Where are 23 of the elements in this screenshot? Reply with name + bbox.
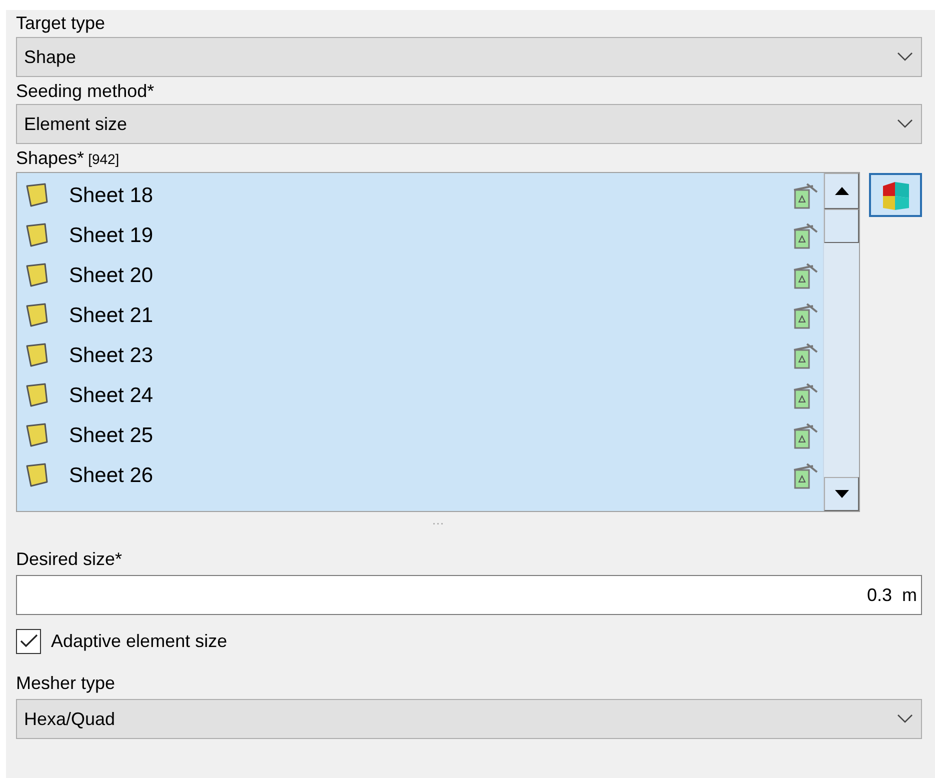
- field-label: Desired size*: [16, 548, 124, 571]
- check-icon: [20, 634, 38, 648]
- scroll-thumb[interactable]: [824, 209, 859, 243]
- scroll-down-button[interactable]: [824, 477, 859, 511]
- down-triangle-icon: [834, 490, 848, 498]
- dropdown[interactable]: Hexa/Quad: [16, 699, 922, 739]
- field-label: Target type: [16, 12, 106, 35]
- chevron-down-icon: [897, 119, 913, 129]
- field-label: Mesher type: [16, 672, 116, 695]
- checkbox-label: Adaptive element size: [51, 630, 228, 653]
- dropdown[interactable]: Element size: [16, 104, 922, 144]
- field-label: Seeding method*: [16, 80, 156, 103]
- chevron-down-icon: [897, 52, 913, 62]
- cube-select-button[interactable]: [869, 173, 922, 217]
- scrollbar[interactable]: [823, 173, 859, 511]
- up-triangle-icon: [834, 187, 848, 195]
- chevron-down-icon: [897, 714, 913, 724]
- shape-count: [942]: [88, 150, 120, 169]
- scroll-up-button[interactable]: [824, 173, 859, 209]
- dropdown[interactable]: Shape: [16, 37, 922, 77]
- checkbox[interactable]: [16, 628, 41, 654]
- field-label: Shapes*: [16, 147, 84, 170]
- size-input-field[interactable]: 0.3 m: [16, 575, 922, 615]
